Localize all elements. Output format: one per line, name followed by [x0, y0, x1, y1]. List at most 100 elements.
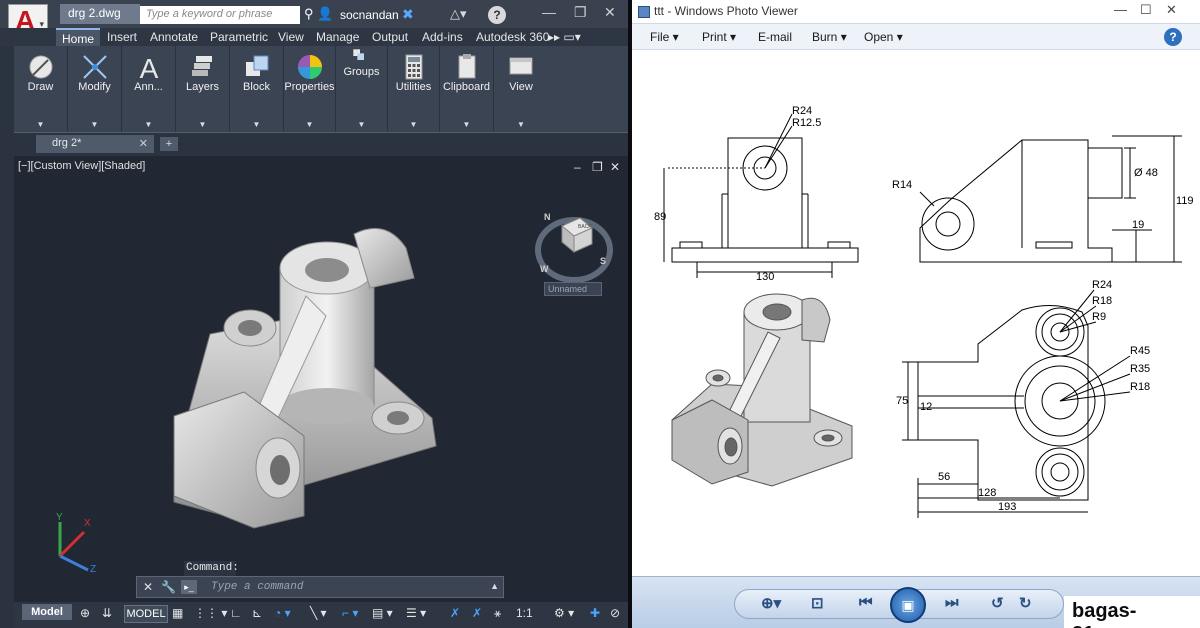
document-title-tab[interactable]: drg 2.dwg: [60, 4, 140, 24]
autocad-titlebar: drg 2.dwg Type a keyword or phrase ⚲ 👤 s…: [0, 0, 632, 28]
model-layout-tab[interactable]: Model: [22, 604, 72, 620]
chevron-down-icon[interactable]: ▼: [494, 120, 548, 129]
file-tab[interactable]: drg 2* ✕: [36, 135, 154, 153]
menu-print[interactable]: Print ▾: [702, 30, 736, 44]
rotate-ccw-icon[interactable]: ↺: [991, 594, 1004, 612]
dim-front-r12-5: R12.5: [792, 117, 821, 129]
named-views-dropdown[interactable]: Unnamed: [544, 282, 602, 296]
exchange-icon[interactable]: ✖: [402, 6, 414, 23]
command-prompt-icon[interactable]: ▸_: [181, 580, 197, 594]
panel-modify[interactable]: Modify ▼: [68, 46, 122, 132]
help-icon[interactable]: ?: [488, 6, 506, 24]
chevron-down-icon[interactable]: ▼: [230, 120, 283, 129]
chevron-down-icon[interactable]: ▼: [68, 120, 121, 129]
new-tab-button[interactable]: +: [160, 137, 178, 151]
restore-icon[interactable]: ❐: [574, 4, 587, 21]
chevron-up-icon[interactable]: ▲: [490, 581, 499, 591]
menu-email[interactable]: E-mail: [758, 30, 792, 44]
clean-screen-icon[interactable]: ⊘: [610, 606, 620, 620]
image-display-area[interactable]: R24 R12.5 89 130 R14 Ø 48 119 19 R24 R18…: [632, 50, 1200, 576]
chevron-down-icon[interactable]: ▼: [14, 120, 67, 129]
chevron-down-icon[interactable]: ▼: [336, 120, 387, 129]
chevron-down-icon[interactable]: ▼: [122, 120, 175, 129]
annotation-icon: A: [139, 53, 158, 82]
lineweight-icon[interactable]: ▤ ▾: [372, 606, 393, 620]
command-line[interactable]: ✕ 🔧 ▸_ Type a command ▲: [136, 576, 504, 598]
infer-icon[interactable]: ⊾: [252, 606, 262, 620]
tab-manage[interactable]: Manage: [316, 30, 359, 44]
ribbon-more-icon[interactable]: ▸▸ ▭▾: [548, 30, 581, 44]
tab-output[interactable]: Output: [372, 30, 408, 44]
rotate-cw-icon[interactable]: ↻: [1019, 594, 1032, 612]
calculator-icon: [405, 54, 422, 80]
selection-cycling-icon[interactable]: ✗: [450, 606, 460, 620]
panel-annotation[interactable]: A Ann... ▼: [122, 46, 176, 132]
chevron-down-icon[interactable]: ▼: [388, 120, 439, 129]
panel-layers[interactable]: Layers ▼: [176, 46, 230, 132]
binoculars-icon[interactable]: ⚲ 👤: [304, 6, 334, 24]
panel-utilities[interactable]: Utilities ▼: [388, 46, 440, 132]
annotation-scale-icon[interactable]: ✗: [472, 606, 482, 620]
viewcube[interactable]: BACK N W S: [534, 206, 614, 286]
compass-west: W: [540, 264, 549, 274]
add-layout-icon[interactable]: ⊕: [80, 606, 90, 620]
panel-properties[interactable]: Properties ▼: [284, 46, 336, 132]
tab-addins[interactable]: Add-ins: [422, 30, 463, 44]
menu-open[interactable]: Open ▾: [864, 30, 903, 44]
panel-clipboard[interactable]: Clipboard ▼: [440, 46, 494, 132]
dim-side-dia48: Ø 48: [1134, 167, 1158, 179]
snap-icon[interactable]: ⋮⋮ ▾: [194, 606, 227, 620]
transparency-icon[interactable]: ☰ ▾: [406, 606, 426, 620]
layout-menu-icon[interactable]: ⇊: [102, 606, 112, 620]
color-wheel-icon: [297, 55, 322, 79]
osnap-icon[interactable]: ⌐ ▾: [342, 606, 358, 620]
gear-icon[interactable]: ⚙ ▾: [554, 606, 574, 620]
panel-groups[interactable]: Groups ▼: [336, 46, 388, 132]
panel-draw[interactable]: Draw ▼: [14, 46, 68, 132]
tab-view[interactable]: View: [278, 30, 304, 44]
tab-parametric[interactable]: Parametric: [210, 30, 268, 44]
search-input[interactable]: Type a keyword or phrase: [140, 6, 300, 24]
chevron-down-icon[interactable]: ▼: [176, 120, 229, 129]
isodraft-icon[interactable]: ╲ ▾: [310, 606, 327, 620]
tab-home[interactable]: Home: [56, 28, 101, 46]
wrench-icon[interactable]: 🔧: [161, 580, 176, 594]
minimize-icon[interactable]: —: [1114, 2, 1127, 17]
next-icon[interactable]: ⏭: [945, 594, 959, 611]
drawing-viewport[interactable]: [−][Custom View][Shaded] – ❐ ✕ BACK N W …: [14, 156, 632, 602]
plus-icon[interactable]: ✚: [590, 606, 600, 620]
tab-autodesk360[interactable]: Autodesk 360: [476, 30, 549, 44]
model-space-button[interactable]: MODEL: [124, 605, 168, 623]
menu-file[interactable]: File ▾: [650, 30, 679, 44]
menu-file-label: File: [650, 30, 670, 44]
close-command-icon[interactable]: ✕: [143, 580, 153, 594]
previous-icon[interactable]: ⏮: [859, 594, 873, 611]
scale-dropdown[interactable]: 1:1: [516, 606, 533, 620]
polar-icon[interactable]: ◔ ▾: [274, 606, 291, 620]
ortho-icon[interactable]: ∟: [230, 606, 242, 620]
top-view: R24 R18 R9 R45 R35 R18 75 12 56 128 193: [896, 279, 1150, 518]
workspace-icon[interactable]: ⚹: [494, 606, 501, 621]
maximize-icon[interactable]: ☐: [1140, 2, 1152, 18]
a360-icon[interactable]: △▾: [450, 6, 467, 22]
close-icon[interactable]: ✕: [604, 4, 616, 21]
chevron-down-icon[interactable]: ▼: [440, 120, 493, 129]
groups-icon: [352, 49, 364, 60]
panel-view[interactable]: View ▼: [494, 46, 548, 132]
close-tab-icon[interactable]: ✕: [139, 137, 148, 150]
close-icon[interactable]: ✕: [1166, 2, 1177, 18]
menu-burn[interactable]: Burn ▾: [812, 30, 847, 44]
command-input[interactable]: Type a command: [211, 581, 303, 593]
zoom-icon[interactable]: ⊕▾: [761, 594, 781, 612]
layers-icon: [191, 56, 212, 76]
user-name[interactable]: socnandan: [340, 8, 399, 22]
help-icon[interactable]: ?: [1164, 28, 1182, 46]
chevron-down-icon[interactable]: ▼: [284, 120, 335, 129]
minimize-icon[interactable]: —: [542, 4, 556, 20]
tab-annotate[interactable]: Annotate: [150, 30, 198, 44]
panel-block[interactable]: Block ▼: [230, 46, 284, 132]
actual-size-icon[interactable]: ⊡: [811, 594, 824, 612]
tab-insert[interactable]: Insert: [107, 30, 137, 44]
slideshow-button[interactable]: ▣: [890, 587, 926, 623]
grid-icon[interactable]: ▦: [172, 606, 183, 620]
